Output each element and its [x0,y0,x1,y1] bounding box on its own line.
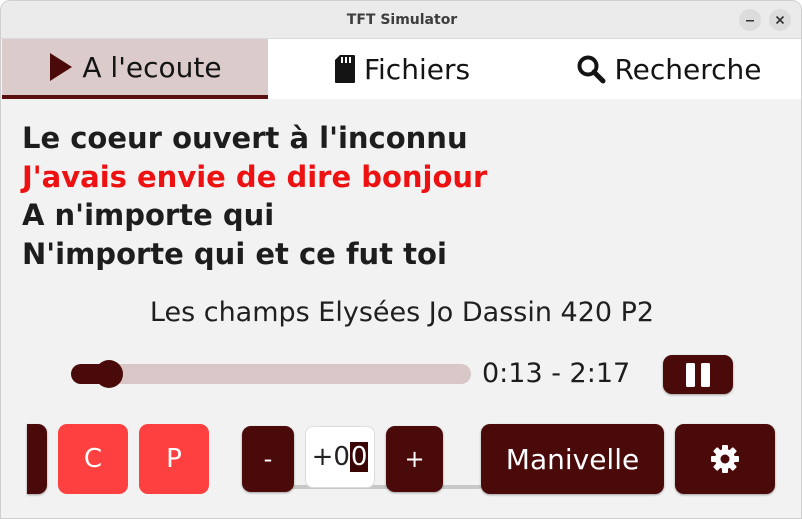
song-title: Les champs Elysées Jo Dassin 420 P2 [149,297,655,328]
lyric-line-current: J'avais envie de dire bonjour [22,159,488,194]
transpose-minus-button[interactable]: - [242,426,294,492]
transpose-value: +0 [311,442,350,472]
transpose-field[interactable]: +0 0 [305,426,375,488]
close-icon [775,15,785,25]
gear-icon [711,445,739,473]
lyrics-panel: Le coeur ouvert à l'inconnu J'avais envi… [22,119,487,273]
titlebar: TFT Simulator [1,1,801,39]
minimize-button[interactable] [739,9,761,31]
tab-label: Recherche [614,52,762,86]
minimize-icon [746,20,754,22]
tab-label: Fichiers [363,52,471,86]
transpose-plus-button[interactable]: + [386,426,443,492]
progress-slider[interactable] [71,360,471,388]
pause-icon [686,362,710,387]
play-icon [50,53,73,81]
app-window: TFT Simulator A l'ecoute Fichiers Recher… [0,0,802,519]
tab-listening[interactable]: A l'ecoute [2,39,268,99]
p-button[interactable]: P [139,424,209,494]
window-title: TFT Simulator [346,12,458,28]
close-button[interactable] [769,9,791,31]
pause-button[interactable] [663,355,733,394]
manivelle-button[interactable]: Manivelle [481,424,664,494]
partial-button[interactable] [27,424,47,494]
lyric-line: N'importe qui et ce fut toi [22,236,447,271]
progress-handle[interactable] [95,360,123,388]
settings-button[interactable] [675,424,775,494]
tab-files[interactable]: Fichiers [268,39,536,99]
lyric-line: A n'importe qui [22,198,275,232]
search-icon [577,55,606,84]
lyric-line: Le coeur ouvert à l'inconnu [22,121,468,155]
transpose-selected-digit: 0 [349,442,369,472]
tab-label: A l'ecoute [82,50,222,84]
tab-bar: A l'ecoute Fichiers Recherche [2,39,801,99]
time-readout: 0:13 - 2:17 [482,358,631,389]
c-button[interactable]: C [58,424,128,494]
sd-card-icon [334,55,355,83]
tab-search[interactable]: Recherche [536,39,801,99]
